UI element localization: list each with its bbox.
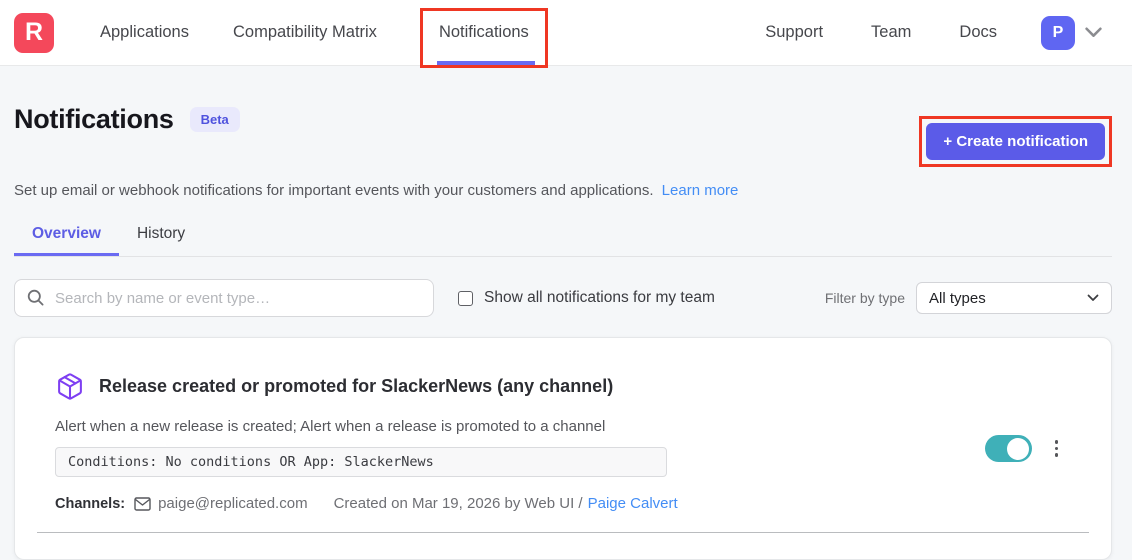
search-input[interactable] xyxy=(14,279,434,317)
search-icon xyxy=(27,289,44,306)
title-group: Notifications Beta xyxy=(14,104,240,135)
create-notification-button[interactable]: + Create notification xyxy=(926,123,1105,160)
nav-item-support[interactable]: Support xyxy=(765,23,823,42)
notification-title-row: Release created or promoted for SlackerN… xyxy=(15,372,1111,401)
learn-more-link[interactable]: Learn more xyxy=(662,182,739,199)
kebab-menu-icon[interactable] xyxy=(1051,437,1063,460)
envelope-icon xyxy=(134,497,151,511)
conditions-box: Conditions: No conditions OR App: Slacke… xyxy=(55,447,667,477)
created-by-link[interactable]: Paige Calvert xyxy=(588,495,678,512)
filter-type-select[interactable]: All types xyxy=(916,282,1112,314)
logo-letter: R xyxy=(25,18,43,47)
nav-item-team[interactable]: Team xyxy=(871,23,911,42)
nav-links: Applications Compatibility Matrix Notifi… xyxy=(100,0,547,65)
channels-row: Channels: paige@replicated.com Created o… xyxy=(15,495,1111,512)
nav-item-docs[interactable]: Docs xyxy=(959,23,997,42)
notification-card: Release created or promoted for SlackerN… xyxy=(14,337,1112,560)
show-all-notifications-checkbox[interactable] xyxy=(458,291,473,306)
channel-email: paige@replicated.com xyxy=(158,495,307,512)
page-header: Notifications Beta + Create notification xyxy=(14,104,1112,167)
filter-by-type-label: Filter by type xyxy=(825,290,905,306)
notification-controls xyxy=(985,435,1063,462)
page-content: Notifications Beta + Create notification… xyxy=(0,66,1132,560)
nav-right: Support Team Docs P xyxy=(717,16,1102,50)
notification-description: Alert when a new release is created; Ale… xyxy=(15,418,1111,435)
team-filter-checkbox-group: Show all notifications for my team xyxy=(458,289,715,307)
toggle-knob xyxy=(1007,438,1029,460)
nav-item-applications[interactable]: Applications xyxy=(100,23,189,42)
nav-item-notifications[interactable]: Notifications xyxy=(439,23,529,42)
checkbox-label[interactable]: Show all notifications for my team xyxy=(484,289,715,307)
active-nav-underline xyxy=(437,61,535,65)
chevron-down-icon[interactable] xyxy=(1085,27,1102,38)
top-nav: R Applications Compatibility Matrix Noti… xyxy=(0,0,1132,66)
beta-badge: Beta xyxy=(190,107,240,132)
avatar[interactable]: P xyxy=(1041,16,1075,50)
filter-row: Show all notifications for my team Filte… xyxy=(14,279,1112,317)
page-title: Notifications xyxy=(14,104,174,135)
replicated-logo[interactable]: R xyxy=(14,13,54,53)
page-subtitle: Set up email or webhook notifications fo… xyxy=(14,182,1112,199)
created-text: Created on Mar 19, 2026 by Web UI / xyxy=(334,495,583,512)
tab-bar: Overview History xyxy=(14,215,1112,257)
card-divider xyxy=(37,532,1089,533)
annotation-box-create-button: + Create notification xyxy=(919,116,1112,167)
filter-type-selected-value: All types xyxy=(929,290,986,307)
search-box xyxy=(14,279,434,317)
subtitle-text: Set up email or webhook notifications fo… xyxy=(14,182,654,199)
select-chevron-down-icon xyxy=(1087,294,1099,302)
notification-title: Release created or promoted for SlackerN… xyxy=(99,376,613,397)
avatar-initial: P xyxy=(1053,24,1064,42)
channels-label: Channels: xyxy=(55,496,125,512)
nav-item-compatibility-matrix[interactable]: Compatibility Matrix xyxy=(233,23,377,42)
type-filter-group: Filter by type All types xyxy=(825,282,1112,314)
tab-overview[interactable]: Overview xyxy=(14,215,119,256)
nav-item-notifications-wrap: Notifications xyxy=(421,0,547,65)
tab-history[interactable]: History xyxy=(119,215,203,256)
package-icon xyxy=(55,372,85,401)
notification-enabled-toggle[interactable] xyxy=(985,435,1032,462)
